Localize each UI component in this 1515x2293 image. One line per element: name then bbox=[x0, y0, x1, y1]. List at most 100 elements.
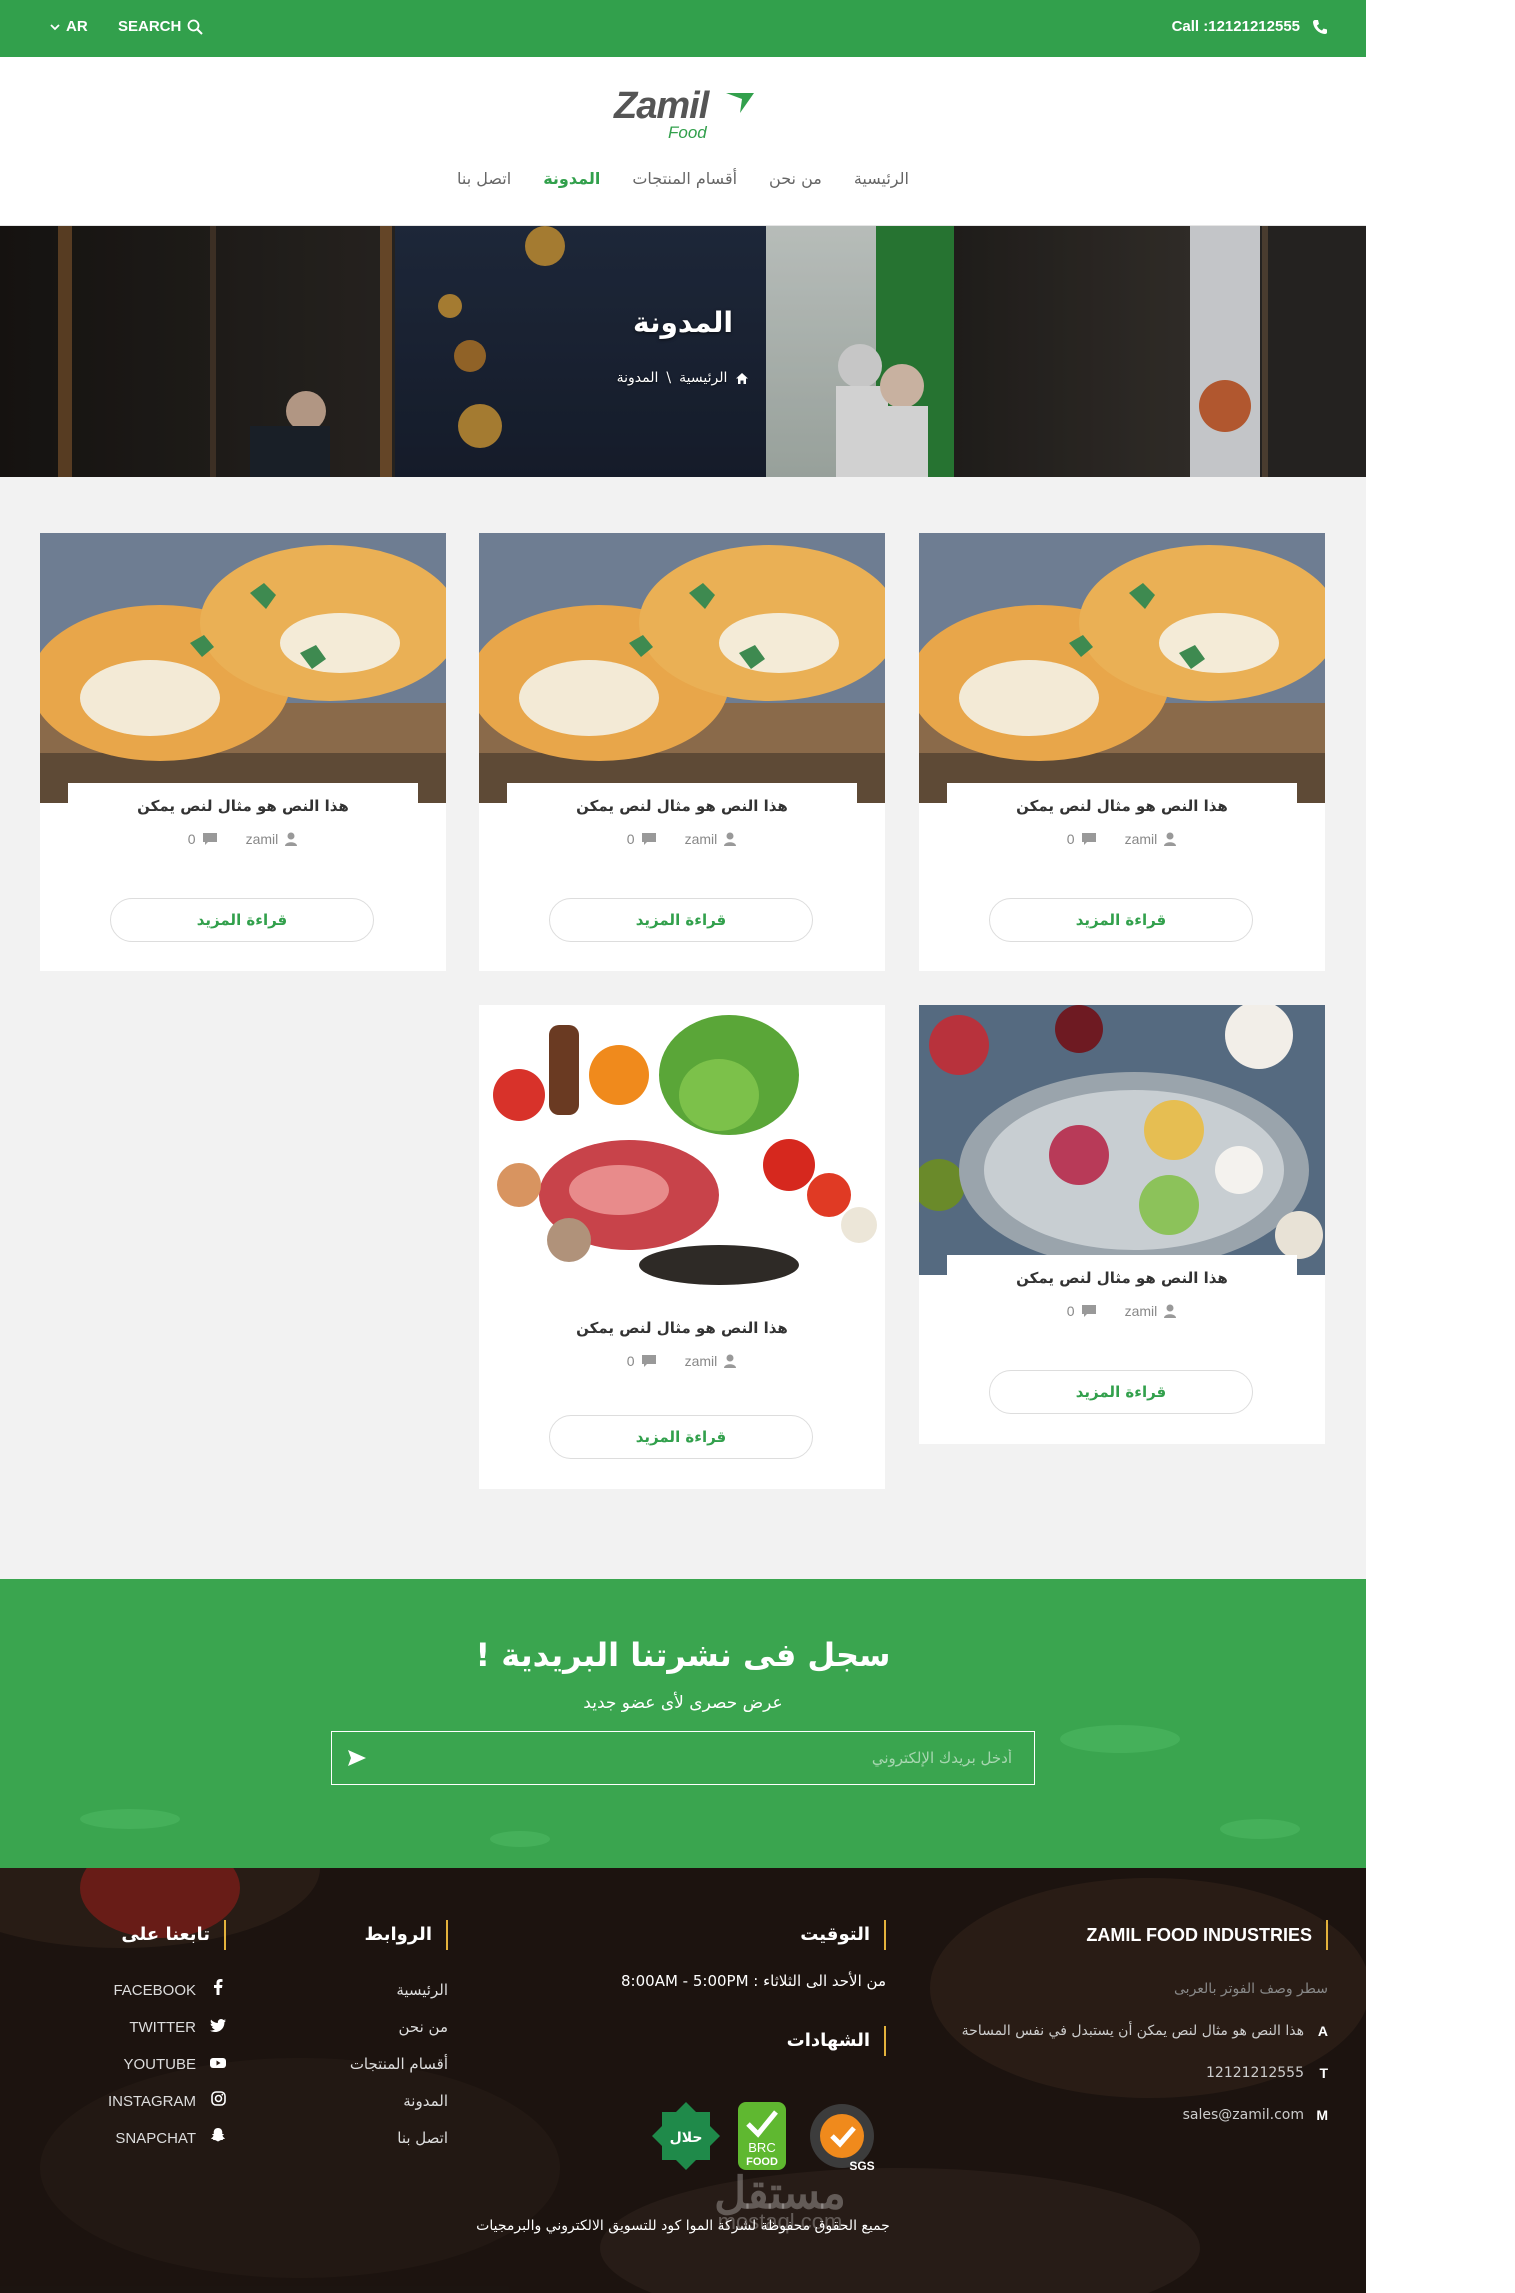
twitter-icon bbox=[210, 2009, 226, 2046]
home-icon bbox=[736, 372, 749, 384]
footer-address: A هذا النص هو مثال لنص يمكن أن يستبدل في … bbox=[928, 2010, 1328, 2052]
read-more-button[interactable]: قراءة المزيد bbox=[989, 898, 1253, 942]
read-more-button[interactable]: قراءة المزيد bbox=[549, 1415, 813, 1459]
page-title: المدونة bbox=[633, 306, 733, 339]
newsletter-submit-button[interactable] bbox=[332, 1732, 382, 1784]
footer-timing: التوقيت من الأحد الى الثلاثاء : 8:00AM -… bbox=[556, 1920, 886, 2056]
comment-count: 0 bbox=[1067, 1303, 1097, 1319]
footer-contact-list: سطر وصف الفوتر بالعربى A هذا النص هو مثال… bbox=[928, 1968, 1328, 2136]
footer-tagline: سطر وصف الفوتر بالعربى bbox=[928, 1968, 1328, 2010]
comment-count: 0 bbox=[627, 1353, 657, 1369]
social-instagram[interactable]: INSTAGRAM bbox=[66, 2083, 226, 2120]
email-text[interactable]: sales@zamil.com bbox=[1183, 2107, 1304, 2123]
post-image[interactable] bbox=[919, 1005, 1325, 1275]
comment-icon bbox=[641, 1355, 656, 1367]
social-youtube-label: YOUTUBE bbox=[123, 2056, 196, 2073]
footer-timing-heading: التوقيت bbox=[800, 1920, 886, 1950]
post-author: zamil bbox=[1125, 831, 1178, 847]
chicken-cutlets-image bbox=[919, 533, 1325, 803]
comment-count: 0 bbox=[1067, 831, 1097, 847]
meat-vegetables-image bbox=[479, 1005, 885, 1305]
footer-links-heading: الروابط bbox=[364, 1920, 448, 1950]
post-title[interactable]: هذا النص هو مثال لنص يمكن bbox=[479, 797, 885, 815]
post-image[interactable] bbox=[479, 1005, 885, 1305]
post-image[interactable] bbox=[40, 533, 446, 803]
social-snapchat[interactable]: SNAPCHAT bbox=[66, 2120, 226, 2157]
site-footer: ZAMIL FOOD INDUSTRIES سطر وصف الفوتر بال… bbox=[0, 1868, 1366, 2293]
breadcrumb-current: المدونة bbox=[616, 370, 659, 386]
halal-badge-icon: حلال bbox=[652, 2102, 720, 2170]
nav-about[interactable]: من نحن bbox=[769, 169, 822, 188]
instagram-icon bbox=[210, 2083, 226, 2120]
phone-text[interactable]: 12121212555 bbox=[1206, 2065, 1304, 2081]
footer-link-contact[interactable]: اتصل بنا bbox=[288, 2120, 448, 2157]
post-image[interactable] bbox=[919, 533, 1325, 803]
post-image[interactable] bbox=[479, 533, 885, 803]
brc-badge-text: BRC bbox=[748, 2140, 775, 2155]
search-label: SEARCH bbox=[118, 18, 182, 35]
user-icon bbox=[724, 832, 737, 846]
blog-card: هذا النص هو مثال لنص يمكن 0 zamil قراءة … bbox=[40, 533, 446, 971]
footer-follow: تابعنا على FACEBOOK TWITTER YOUTUBE INST… bbox=[66, 1920, 226, 2157]
post-meta: 0 zamil bbox=[919, 831, 1325, 847]
call-label: Call :12121212555 bbox=[1171, 18, 1300, 35]
chevron-down-icon bbox=[50, 23, 60, 30]
newsletter-email-input[interactable] bbox=[382, 1732, 1034, 1784]
brc-food-badge-text: FOOD bbox=[746, 2156, 778, 2168]
social-youtube[interactable]: YOUTUBE bbox=[66, 2046, 226, 2083]
comment-icon bbox=[641, 833, 656, 845]
footer-link-products[interactable]: أقسام المنتجات bbox=[288, 2046, 448, 2083]
language-switcher[interactable]: AR bbox=[50, 18, 88, 35]
post-author-name: zamil bbox=[1124, 831, 1158, 847]
social-facebook[interactable]: FACEBOOK bbox=[66, 1972, 226, 2009]
comment-count-value: 0 bbox=[1066, 831, 1075, 847]
footer-link-blog[interactable]: المدونة bbox=[288, 2083, 448, 2120]
address-text: هذا النص هو مثال لنص يمكن أن يستبدل في ن… bbox=[961, 2023, 1304, 2039]
logo[interactable]: Zamil Food bbox=[610, 85, 760, 145]
post-author: zamil bbox=[1125, 1303, 1178, 1319]
email-key: M bbox=[1316, 2107, 1328, 2123]
post-title[interactable]: هذا النص هو مثال لنص يمكن bbox=[40, 797, 446, 815]
comment-icon bbox=[202, 833, 217, 845]
site-header: Zamil Food الرئيسية من نحن أقسام المنتجا… bbox=[0, 57, 1366, 226]
read-more-button[interactable]: قراءة المزيد bbox=[549, 898, 813, 942]
post-author-name: zamil bbox=[684, 1353, 718, 1369]
chicken-cutlets-image bbox=[479, 533, 885, 803]
blog-card: هذا النص هو مثال لنص يمكن 0 zamil قراءة … bbox=[919, 533, 1325, 971]
post-title[interactable]: هذا النص هو مثال لنص يمكن bbox=[919, 797, 1325, 815]
search-button[interactable]: SEARCH bbox=[118, 18, 204, 35]
blog-card: هذا النص هو مثال لنص يمكن 0 zamil قراءة … bbox=[919, 1005, 1325, 1444]
social-instagram-label: INSTAGRAM bbox=[107, 2093, 196, 2110]
comment-count-value: 0 bbox=[626, 831, 635, 847]
read-more-button[interactable]: قراءة المزيد bbox=[989, 1370, 1253, 1414]
breadcrumb-home[interactable]: الرئيسية bbox=[679, 370, 727, 386]
post-title[interactable]: هذا النص هو مثال لنص يمكن bbox=[479, 1319, 885, 1337]
newsletter-title: سجل فى نشرتنا البريدية ! bbox=[475, 1636, 891, 1674]
page-banner: المدونة الرئيسية \ المدونة bbox=[0, 226, 1366, 477]
comment-count-value: 0 bbox=[626, 1353, 635, 1369]
post-author-name: zamil bbox=[1124, 1303, 1158, 1319]
nav-contact[interactable]: اتصل بنا bbox=[457, 169, 511, 188]
read-more-button[interactable]: قراءة المزيد bbox=[110, 898, 374, 942]
social-twitter[interactable]: TWITTER bbox=[66, 2009, 226, 2046]
footer-tagline-text: سطر وصف الفوتر بالعربى bbox=[1174, 1981, 1328, 1997]
post-meta: 0 zamil bbox=[919, 1303, 1325, 1319]
banner-background bbox=[0, 226, 1366, 477]
blog-card: هذا النص هو مثال لنص يمكن 0 zamil قراءة … bbox=[479, 533, 885, 971]
footer-link-about[interactable]: من نحن bbox=[288, 2009, 449, 2046]
breadcrumb: الرئيسية \ المدونة bbox=[0, 370, 1366, 386]
blog-card: هذا النص هو مثال لنص يمكن 0 zamil قراءة … bbox=[479, 1005, 885, 1489]
comment-icon bbox=[1081, 833, 1096, 845]
post-title[interactable]: هذا النص هو مثال لنص يمكن bbox=[919, 1269, 1325, 1287]
social-snapchat-label: SNAPCHAT bbox=[115, 2130, 196, 2147]
comment-count: 0 bbox=[627, 831, 657, 847]
logo-subtitle: Food bbox=[668, 123, 707, 142]
newsletter-subtitle: عرض حصرى لأى عضو جديد bbox=[583, 1693, 783, 1713]
footer-social-list: FACEBOOK TWITTER YOUTUBE INSTAGRAM SNAPC… bbox=[66, 1972, 226, 2157]
nav-products[interactable]: أقسام المنتجات bbox=[632, 169, 737, 188]
footer-link-home[interactable]: الرئيسية bbox=[288, 1972, 448, 2009]
post-author-name: zamil bbox=[245, 831, 279, 847]
call-link[interactable]: Call :12121212555 bbox=[1172, 18, 1328, 35]
nav-home[interactable]: الرئيسية bbox=[854, 169, 909, 188]
nav-blog[interactable]: المدونة bbox=[543, 169, 600, 188]
